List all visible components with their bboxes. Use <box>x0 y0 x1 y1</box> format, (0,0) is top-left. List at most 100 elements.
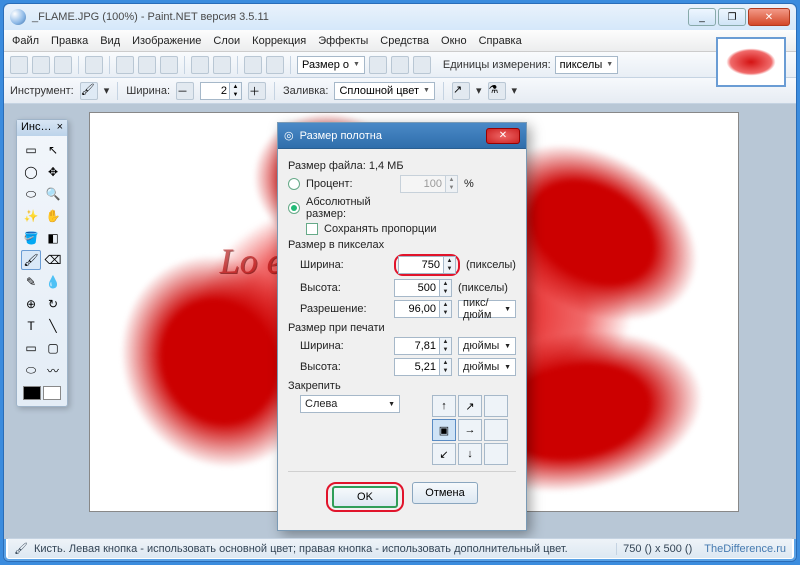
text-tool[interactable]: T <box>21 316 41 336</box>
ellipse-tool[interactable]: ⬭ <box>21 360 41 380</box>
fill-combo[interactable]: Сплошной цвет▼ <box>334 82 435 100</box>
lasso-tool[interactable]: ◯ <box>21 162 41 182</box>
menu-tools[interactable]: Средства <box>380 35 429 47</box>
tools-panel[interactable]: Инс…× ▭ ↖ ◯ ✥ ⬭ 🔍 ✨ ✋ 🪣 ◧ 🖌 ⌫ ✎ 💧 ⊕ ↻ T … <box>16 119 68 407</box>
picker-tool[interactable]: 💧 <box>43 272 63 292</box>
anchor-combo[interactable]: Слева▼ <box>300 395 400 413</box>
width-plus-icon[interactable]: ＋ <box>248 82 266 100</box>
anchor-ne[interactable]: ↗ <box>458 395 482 417</box>
rect-tool[interactable]: ▭ <box>21 338 41 358</box>
status-dimensions: 750 () x 500 () <box>616 543 692 555</box>
print-height-input[interactable]: ▲▼ <box>394 358 452 376</box>
resolution-input[interactable]: ▲▼ <box>394 300 452 318</box>
menu-adjust[interactable]: Коррекция <box>252 35 306 47</box>
canvas-size-dialog: ◎ Размер полотна ✕ Размер файла: 1,4 МБ … <box>277 122 527 531</box>
height-px-input[interactable]: ▲▼ <box>394 279 452 297</box>
ellipse-select-tool[interactable]: ⬭ <box>21 184 41 204</box>
print-width-input[interactable]: ▲▼ <box>394 337 452 355</box>
brush-width-spin[interactable]: ▲▼ <box>200 82 242 100</box>
resolution-unit-combo[interactable]: пикс/дюйм▼ <box>458 300 516 318</box>
crop-icon[interactable] <box>191 56 209 74</box>
print-width-unit[interactable]: дюймы▼ <box>458 337 516 355</box>
anchor-n[interactable]: ↑ <box>432 395 456 417</box>
new-icon[interactable] <box>10 56 28 74</box>
menu-help[interactable]: Справка <box>479 35 522 47</box>
brush-icon[interactable]: 🖌 <box>80 82 98 100</box>
anchor-s[interactable]: ↓ <box>458 443 482 465</box>
redo-icon[interactable] <box>266 56 284 74</box>
percent-radio[interactable] <box>288 178 300 190</box>
gradient-tool[interactable]: ◧ <box>43 228 63 248</box>
minimize-button[interactable]: _ <box>688 8 716 26</box>
print-icon[interactable] <box>85 56 103 74</box>
dialog-close-button[interactable]: ✕ <box>486 128 520 144</box>
absolute-radio[interactable] <box>288 202 300 214</box>
window-title: _FLAME.JPG (100%) - Paint.NET версия 3.5… <box>32 11 682 23</box>
wand-tool[interactable]: ✨ <box>21 206 41 226</box>
open-icon[interactable] <box>32 56 50 74</box>
fill-label: Заливка: <box>283 85 328 97</box>
print-height-label: Высота: <box>300 361 388 373</box>
bucket-tool[interactable]: 🪣 <box>21 228 41 248</box>
secondary-color[interactable] <box>43 386 61 400</box>
title-bar: _FLAME.JPG (100%) - Paint.NET версия 3.5… <box>4 4 796 30</box>
cut-icon[interactable] <box>116 56 134 74</box>
pencil-tool[interactable]: ✎ <box>21 272 41 292</box>
close-button[interactable]: ✕ <box>748 8 790 26</box>
rect-select-tool[interactable]: ▭ <box>21 140 41 160</box>
anchor-label: Закрепить <box>288 380 516 392</box>
tools-panel-title: Инс… <box>21 121 51 135</box>
undo-icon[interactable] <box>244 56 262 74</box>
blend-icon[interactable]: ⚗ <box>488 82 506 100</box>
maximize-button[interactable]: ❐ <box>718 8 746 26</box>
brush-status-icon: 🖌 <box>14 542 28 555</box>
width-minus-icon[interactable]: － <box>176 82 194 100</box>
anchor-blank3[interactable] <box>484 443 508 465</box>
freeform-tool[interactable]: 〰 <box>43 360 63 380</box>
clone-tool[interactable]: ⊕ <box>21 294 41 314</box>
deselect-icon[interactable] <box>213 56 231 74</box>
eraser-tool[interactable]: ⌫ <box>43 250 63 270</box>
menu-layers[interactable]: Слои <box>213 35 240 47</box>
keep-aspect-check[interactable] <box>306 223 318 235</box>
anchor-blank1[interactable] <box>484 395 508 417</box>
units-combo[interactable]: пикселы▼ <box>555 56 619 74</box>
cancel-button[interactable]: Отмена <box>412 482 478 504</box>
width-px-input[interactable]: ▲▼ <box>398 256 456 274</box>
dialog-title: Размер полотна <box>300 130 382 142</box>
zoom-combo[interactable]: Размер о▼ <box>297 56 365 74</box>
ok-button[interactable]: OK <box>332 486 398 508</box>
anchor-sw[interactable]: ↙ <box>432 443 456 465</box>
menu-effects[interactable]: Эффекты <box>318 35 368 47</box>
paste-icon[interactable] <box>160 56 178 74</box>
anchor-e[interactable]: → <box>458 419 482 441</box>
recolor-tool[interactable]: ↻ <box>43 294 63 314</box>
menu-edit[interactable]: Правка <box>51 35 88 47</box>
rrect-tool[interactable]: ▢ <box>43 338 63 358</box>
anchor-blank2[interactable] <box>484 419 508 441</box>
menu-file[interactable]: Файл <box>12 35 39 47</box>
brush-tool[interactable]: 🖌 <box>21 250 41 270</box>
move-tool[interactable]: ↖ <box>43 140 63 160</box>
copy-icon[interactable] <box>138 56 156 74</box>
move-selection-tool[interactable]: ✥ <box>43 162 63 182</box>
save-icon[interactable] <box>54 56 72 74</box>
grid-icon[interactable] <box>391 56 409 74</box>
zoom-out-icon[interactable] <box>369 56 387 74</box>
menu-image[interactable]: Изображение <box>132 35 201 47</box>
tools-panel-close[interactable]: × <box>57 121 63 135</box>
primary-color[interactable] <box>23 386 41 400</box>
menu-view[interactable]: Вид <box>100 35 120 47</box>
zoom-tool[interactable]: 🔍 <box>43 184 63 204</box>
print-height-unit[interactable]: дюймы▼ <box>458 358 516 376</box>
menu-bar: Файл Правка Вид Изображение Слои Коррекц… <box>4 30 796 52</box>
menu-window[interactable]: Окно <box>441 35 467 47</box>
anchor-w[interactable]: ▣ <box>432 419 456 441</box>
line-tool[interactable]: ╲ <box>43 316 63 336</box>
resolution-label: Разрешение: <box>300 303 388 315</box>
keep-aspect-label: Сохранять пропорции <box>324 223 437 235</box>
image-thumbnail[interactable] <box>716 37 786 87</box>
antialias-icon[interactable]: ↗ <box>452 82 470 100</box>
ruler-icon[interactable] <box>413 56 431 74</box>
pan-tool[interactable]: ✋ <box>43 206 63 226</box>
